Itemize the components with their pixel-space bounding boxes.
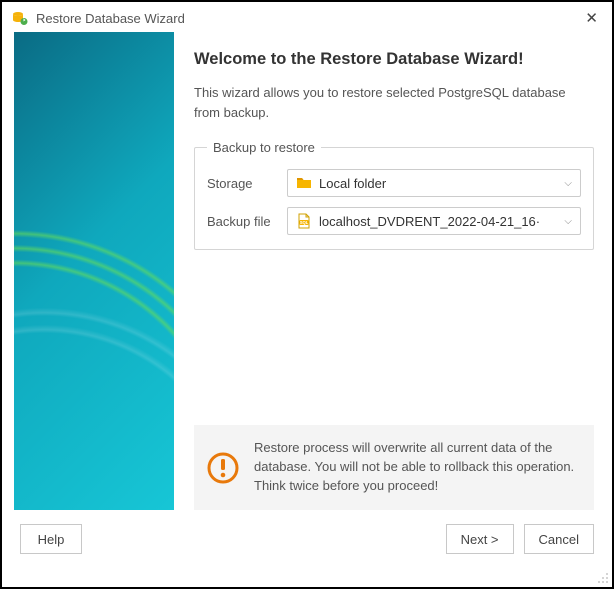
storage-label: Storage xyxy=(207,176,287,191)
storage-dropdown[interactable]: Local folder ⌵ xyxy=(287,169,581,197)
page-title: Welcome to the Restore Database Wizard! xyxy=(194,50,594,69)
resize-grip[interactable] xyxy=(595,570,609,584)
close-icon[interactable]: ✕ xyxy=(581,9,602,27)
main-panel: Welcome to the Restore Database Wizard! … xyxy=(174,32,612,510)
fieldset-legend: Backup to restore xyxy=(207,140,321,155)
backup-file-label: Backup file xyxy=(207,214,287,229)
warning-icon xyxy=(206,451,240,485)
intro-text: This wizard allows you to restore select… xyxy=(194,83,594,122)
app-icon xyxy=(12,10,28,26)
titlebar: Restore Database Wizard ✕ xyxy=(2,2,612,32)
warning-box: Restore process will overwrite all curre… xyxy=(194,425,594,510)
storage-row: Storage Local folder ⌵ xyxy=(207,169,581,197)
warning-text: Restore process will overwrite all curre… xyxy=(254,439,578,496)
backup-to-restore-fieldset: Backup to restore Storage Local folder ⌵… xyxy=(194,140,594,250)
backup-file-value: localhost_DVDRENT_2022-04-21_16· xyxy=(319,214,558,229)
chevron-down-icon: ⌵ xyxy=(558,178,572,189)
content-area: Welcome to the Restore Database Wizard! … xyxy=(2,32,612,510)
footer: Help Next > Cancel xyxy=(2,510,612,568)
sql-file-icon: SQL xyxy=(296,213,312,229)
backup-file-dropdown[interactable]: SQL localhost_DVDRENT_2022-04-21_16· ⌵ xyxy=(287,207,581,235)
svg-text:SQL: SQL xyxy=(300,220,309,225)
wizard-sidebar-image xyxy=(14,32,174,510)
window-title: Restore Database Wizard xyxy=(36,11,185,26)
chevron-down-icon: ⌵ xyxy=(558,216,572,227)
storage-value: Local folder xyxy=(319,176,558,191)
backup-file-row: Backup file SQL localhost_DVDRENT_2022-0… xyxy=(207,207,581,235)
help-button[interactable]: Help xyxy=(20,524,82,554)
folder-icon xyxy=(296,175,312,191)
cancel-button[interactable]: Cancel xyxy=(524,524,594,554)
next-button[interactable]: Next > xyxy=(446,524,514,554)
